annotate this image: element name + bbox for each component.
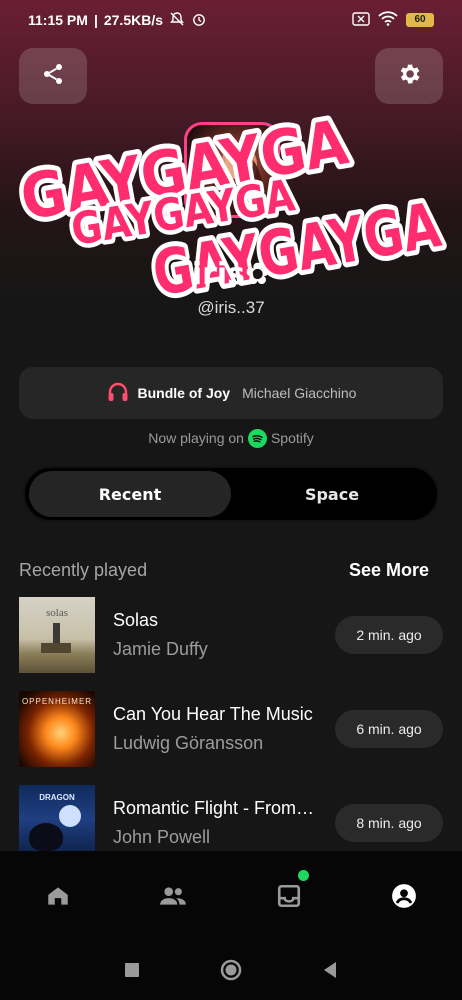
status-right: 60 xyxy=(352,11,434,29)
status-divider: | xyxy=(93,12,98,28)
song-artist: Jamie Duffy xyxy=(113,639,208,659)
song-artist: John Powell xyxy=(113,827,211,847)
now-playing-artist: Michael Giacchino xyxy=(242,385,357,401)
bottom-nav xyxy=(0,851,462,945)
display-name: iris✿ xyxy=(191,257,271,292)
list-item[interactable]: OPPENHEIMER Can You Hear The Music Ludwi… xyxy=(19,691,443,767)
see-more-link[interactable]: See More xyxy=(349,560,429,581)
wifi-icon xyxy=(378,11,398,29)
battery-icon: 60 xyxy=(406,13,434,27)
alarm-icon xyxy=(191,11,207,30)
list-item[interactable]: solas Solas Jamie Duffy 2 min. ago xyxy=(19,597,443,673)
status-speed: 27.5KB/s xyxy=(103,12,164,28)
song-title: Solas xyxy=(113,610,159,630)
nav-inbox[interactable] xyxy=(231,870,347,914)
played-time-badge: 2 min. ago xyxy=(335,616,443,654)
song-title: Can You Hear The Music xyxy=(113,704,313,724)
profile-icon xyxy=(391,883,417,914)
album-cover-text: OPPENHEIMER xyxy=(21,697,93,706)
spotify-icon xyxy=(247,428,267,448)
recents-button-icon[interactable] xyxy=(124,962,140,983)
notification-dot xyxy=(298,870,309,881)
album-cover-text: solas xyxy=(46,607,68,619)
status-time: 11:15 PM xyxy=(28,12,88,28)
nav-friends[interactable] xyxy=(116,883,232,914)
inbox-icon xyxy=(276,883,302,914)
nav-profile[interactable] xyxy=(347,883,462,914)
nav-home[interactable] xyxy=(0,883,116,914)
album-cover-ground xyxy=(41,643,71,653)
friends-icon xyxy=(158,883,188,914)
section-title: Recently played xyxy=(19,559,148,580)
list-item-text: Solas Jamie Duffy xyxy=(113,610,318,660)
list-item-text: Can You Hear The Music Ludwig Göransson xyxy=(113,704,318,754)
album-cover-text: DRAGON xyxy=(39,793,75,802)
list-item-text: Romantic Flight - From How to Train Your… xyxy=(113,798,318,848)
home-button-icon[interactable] xyxy=(220,959,242,986)
album-cover-figure xyxy=(53,623,60,643)
played-time-badge: 6 min. ago xyxy=(335,710,443,748)
tab-space[interactable]: Space xyxy=(231,471,433,517)
sim-icon xyxy=(352,11,370,29)
tab-recent[interactable]: Recent xyxy=(29,471,231,517)
album-cover-moon xyxy=(59,805,81,827)
song-title: Romantic Flight - From How to Train Your… xyxy=(113,798,318,818)
album-cover: DRAGON xyxy=(19,785,95,851)
album-cover: OPPENHEIMER xyxy=(19,691,95,767)
played-time-badge: 8 min. ago xyxy=(335,804,443,842)
song-artist: Ludwig Göransson xyxy=(113,733,264,753)
album-cover: solas xyxy=(19,597,95,673)
mute-icon xyxy=(169,11,185,30)
status-left: 11:15 PM | 27.5KB/s xyxy=(28,11,207,30)
tab-switcher: Recent Space xyxy=(23,466,439,522)
now-playing-title: Bundle of Joy xyxy=(137,385,231,401)
now-playing-card[interactable]: Bundle of Joy Michael Giacchino xyxy=(19,367,443,419)
system-navigation-bar xyxy=(0,945,462,1000)
back-button-icon[interactable] xyxy=(322,961,338,984)
headphones-icon xyxy=(106,380,130,407)
now-playing-source-name: Spotify xyxy=(270,430,314,446)
now-playing-prefix: Now playing on xyxy=(148,430,244,446)
status-bar: 11:15 PM | 27.5KB/s 60 xyxy=(0,0,462,40)
list-item[interactable]: DRAGON Romantic Flight - From How to Tra… xyxy=(19,785,443,851)
recent-list: solas Solas Jamie Duffy 2 min. ago OPPEN… xyxy=(19,597,443,851)
username-handle: @iris..37 xyxy=(197,298,265,317)
now-playing-source: Now playing on Spotify xyxy=(0,428,462,448)
album-cover-dragon xyxy=(29,823,63,851)
home-icon xyxy=(45,883,71,914)
recently-played-header: Recently played See More xyxy=(19,558,429,582)
